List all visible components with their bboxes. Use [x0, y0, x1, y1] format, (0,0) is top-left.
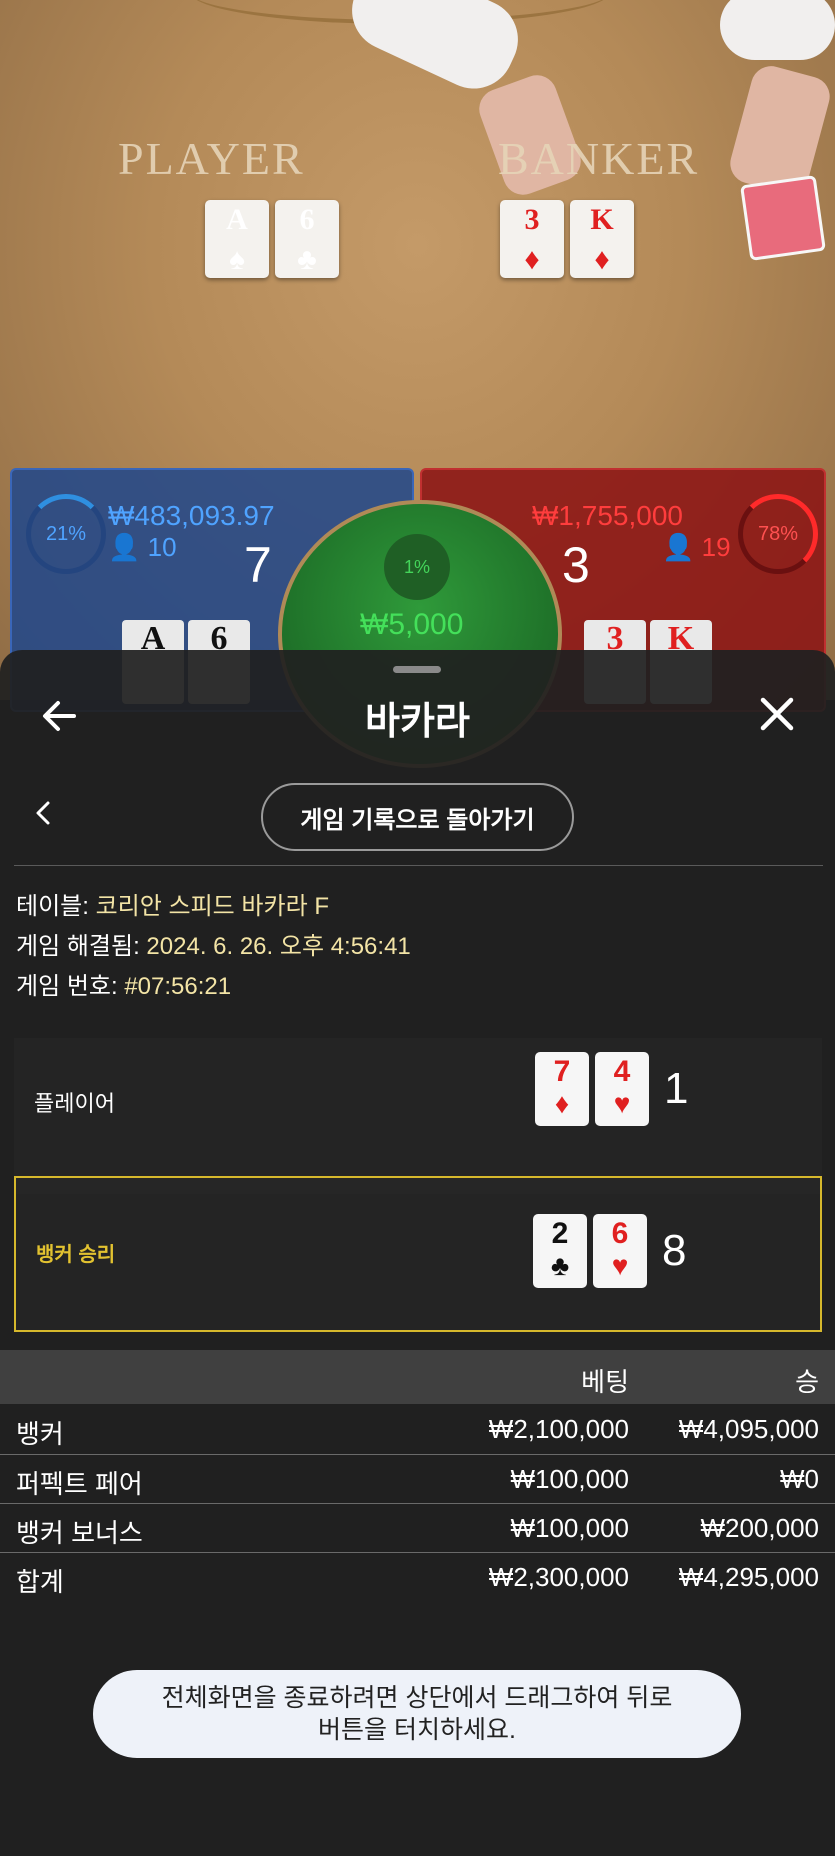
bet-row: 퍼펙트 페어 ₩100,000 ₩0	[0, 1456, 835, 1504]
felt-card: K ♦	[570, 200, 634, 278]
sheet-drag-handle[interactable]	[393, 666, 441, 673]
playing-card: 7 ♦	[535, 1052, 589, 1126]
playing-card: 4 ♥	[595, 1052, 649, 1126]
dealer-hand-right	[725, 61, 835, 199]
bet-name: 뱅커 보너스	[16, 1518, 143, 1548]
table-info: 테이블: 코리안 스피드 바카라 F	[16, 893, 329, 920]
tie-total-amount: ₩5,000	[360, 608, 464, 641]
total-bet-amount: ₩2,300,000	[488, 1562, 629, 1592]
fullscreen-exit-toast: 전체화면을 종료하려면 상단에서 드래그하여 뒤로 버튼을 터치하세요.	[93, 1670, 741, 1758]
felt-card: 3 ♦	[500, 200, 564, 278]
tie-percent-ring: 1%	[384, 534, 450, 600]
dealer-arm-right	[720, 0, 835, 60]
bet-amount: ₩100,000	[510, 1513, 629, 1543]
bet-column-header: 베팅	[581, 1367, 629, 1397]
banker-score-under: 3	[562, 537, 590, 593]
win-amount: ₩4,095,000	[678, 1414, 819, 1444]
toast-line-2: 버튼을 터치하세요.	[318, 1716, 516, 1744]
felt-card: A ♠	[205, 200, 269, 278]
banker-win-label: 뱅커 승리	[36, 1244, 116, 1266]
bet-row: 뱅커 ₩2,100,000 ₩4,095,000	[0, 1406, 835, 1454]
player-percent-ring: 21%	[26, 494, 106, 574]
bet-amount: ₩2,100,000	[488, 1414, 629, 1444]
player-total-amount: ₩483,093.97	[108, 500, 275, 531]
banker-score: 8	[662, 1226, 687, 1275]
win-amount: ₩200,000	[700, 1513, 819, 1543]
bet-name: 뱅커	[16, 1419, 64, 1449]
row-divider	[0, 1552, 835, 1553]
felt-banker-cards: 3 ♦ K ♦	[500, 200, 634, 278]
card-deck	[740, 175, 826, 261]
win-amount: ₩0	[780, 1464, 819, 1494]
player-bettor-count: 👤 10	[108, 532, 177, 562]
total-row: 합계 ₩2,300,000 ₩4,295,000	[0, 1554, 835, 1602]
player-score-under: 7	[244, 537, 272, 593]
player-result-row: 플레이어 7 ♦ 4 ♥ 1	[14, 1038, 822, 1194]
banker-total-amount: ₩1,755,000	[532, 500, 683, 531]
resolved-info: 게임 해결됨: 2024. 6. 26. 오후 4:56:41	[16, 933, 411, 960]
chevron-left-icon[interactable]	[30, 798, 58, 828]
felt-banker-word: BANKER	[498, 133, 700, 184]
bet-name: 퍼펙트 페어	[16, 1469, 143, 1499]
banker-percent-ring: 78%	[738, 494, 818, 574]
divider	[14, 865, 823, 866]
row-divider	[0, 1503, 835, 1504]
win-column-header: 승	[795, 1367, 819, 1397]
back-to-history-button[interactable]: 게임 기록으로 돌아가기	[261, 783, 574, 851]
bets-table-header: 베팅 승	[0, 1350, 835, 1404]
bet-amount: ₩100,000	[510, 1464, 629, 1494]
player-score: 1	[664, 1064, 689, 1113]
playing-card: 6 ♥	[593, 1214, 647, 1288]
total-win-amount: ₩4,295,000	[678, 1562, 819, 1592]
game-number-info: 게임 번호: #07:56:21	[16, 973, 232, 1000]
player-result-label: 플레이어	[34, 1091, 115, 1116]
banker-bettor-count: 👤 19	[662, 532, 731, 562]
bet-row: 뱅커 보너스 ₩100,000 ₩200,000	[0, 1505, 835, 1553]
sheet-title: 바카라	[365, 701, 470, 743]
toast-line-1: 전체화면을 종료하려면 상단에서 드래그하여 뒤로	[161, 1684, 673, 1712]
total-label: 합계	[16, 1567, 64, 1597]
banker-result-row: 뱅커 승리 2 ♣ 6 ♥ 8	[14, 1176, 822, 1332]
felt-player-cards: A ♠ 6 ♣	[205, 200, 339, 278]
felt-card: 6 ♣	[275, 200, 339, 278]
close-icon[interactable]	[755, 692, 799, 736]
felt-player-word: PLAYER	[118, 133, 305, 184]
row-divider	[0, 1454, 835, 1455]
playing-card: 2 ♣	[533, 1214, 587, 1288]
